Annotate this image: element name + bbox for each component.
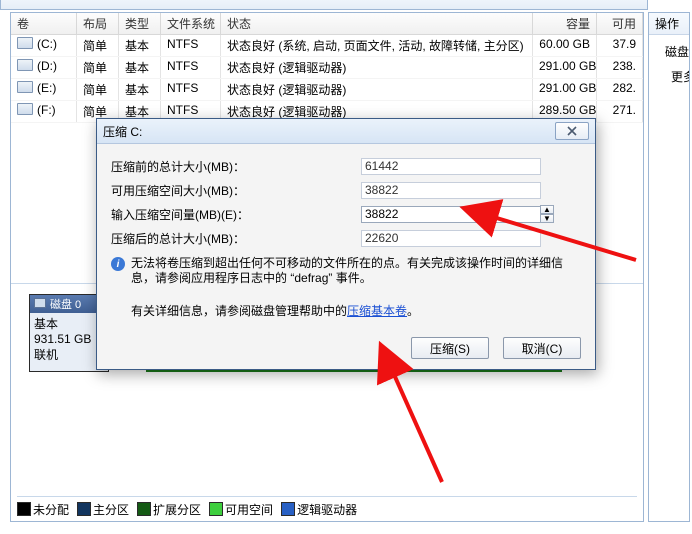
drive-icon	[17, 37, 33, 49]
value-available: 38822	[361, 182, 541, 199]
disk-icon	[34, 298, 46, 308]
swatch-primary	[77, 502, 91, 516]
window-root: 操作 磁盘管理 更多操作 卷 布局 类型 文件系统 状态 容量 可用 (C:) …	[0, 0, 692, 534]
drive-icon	[17, 103, 33, 115]
volume-status: 状态良好 (系统, 启动, 页面文件, 活动, 故障转储, 主分区)	[221, 35, 533, 56]
col-type[interactable]: 类型	[119, 13, 161, 34]
label-total-before: 压缩前的总计大小(MB)：	[111, 158, 361, 175]
disk-card-size: 931.51 GB	[34, 332, 104, 346]
col-layout[interactable]: 布局	[77, 13, 119, 34]
label-total-after: 压缩后的总计大小(MB)：	[111, 230, 361, 247]
col-free[interactable]: 可用	[597, 13, 643, 34]
info-icon: i	[111, 257, 125, 271]
volume-layout: 简单	[77, 35, 119, 56]
legend-logical: 逻辑驱动器	[281, 501, 357, 518]
label-available: 可用压缩空间大小(MB)：	[111, 182, 361, 199]
spin-down-button[interactable]: ▼	[540, 214, 554, 223]
detail-message: 有关详细信息，请参阅磁盘管理帮助中的压缩基本卷。	[111, 302, 581, 319]
legend-extended: 扩展分区	[137, 501, 201, 518]
col-capacity[interactable]: 容量	[533, 13, 597, 34]
spin-up-button[interactable]: ▲	[540, 205, 554, 214]
info-message: i 无法将卷压缩到超出任何不可移动的文件所在的点。有关完成该操作时间的详细信息，…	[111, 256, 581, 286]
dialog-titlebar[interactable]: 压缩 C:	[97, 119, 595, 144]
shrink-dialog: 压缩 C: 压缩前的总计大小(MB)： 61442 可用压缩空间大小(MB)： …	[96, 118, 596, 370]
disk-card-type: 基本	[34, 315, 104, 332]
swatch-free	[209, 502, 223, 516]
shrink-button[interactable]: 压缩(S)	[411, 337, 489, 359]
volume-type: 基本	[119, 35, 161, 56]
volume-list-header: 卷 布局 类型 文件系统 状态 容量 可用	[11, 13, 643, 35]
value-total-after: 22620	[361, 230, 541, 247]
label-input-amount: 输入压缩空间量(MB)(E)：	[111, 206, 361, 223]
volume-list[interactable]: (C:) 简单 基本 NTFS 状态良好 (系统, 启动, 页面文件, 活动, …	[11, 35, 643, 131]
swatch-unalloc	[17, 502, 31, 516]
swatch-extended	[137, 502, 151, 516]
volume-free: 37.9	[597, 35, 643, 56]
volume-drive: (F:)	[37, 103, 56, 117]
shrink-amount-stepper[interactable]: ▲ ▼	[540, 205, 554, 223]
swatch-logical	[281, 502, 295, 516]
close-icon	[566, 126, 578, 136]
actions-pane: 操作 磁盘管理 更多操作	[648, 12, 690, 522]
legend-unalloc: 未分配	[17, 501, 69, 518]
close-button[interactable]	[555, 122, 589, 140]
volume-row[interactable]: (D:) 简单 基本 NTFS 状态良好 (逻辑驱动器) 291.00 GB 2…	[11, 57, 643, 79]
value-total-before: 61442	[361, 158, 541, 175]
volume-drive: (C:)	[37, 37, 57, 51]
volume-fs: NTFS	[161, 35, 221, 56]
drive-icon	[17, 59, 33, 71]
disk-card-state: 联机	[34, 346, 104, 363]
legend: 未分配 主分区 扩展分区 可用空间 逻辑驱动器	[17, 496, 637, 519]
actions-header: 操作	[649, 13, 689, 35]
dialog-title-text: 压缩 C:	[103, 123, 142, 140]
actions-item-more-ops[interactable]: 更多操作	[663, 64, 689, 89]
legend-primary: 主分区	[77, 501, 129, 518]
col-fs[interactable]: 文件系统	[161, 13, 221, 34]
help-link-shrink-basic-volume[interactable]: 压缩基本卷	[347, 304, 407, 318]
actions-item-disk-management[interactable]: 磁盘管理	[663, 39, 689, 64]
col-status[interactable]: 状态	[221, 13, 533, 34]
cancel-button[interactable]: 取消(C)	[503, 337, 581, 359]
toolbar-stub	[0, 0, 648, 10]
shrink-amount-input[interactable]	[361, 206, 541, 223]
volume-row[interactable]: (C:) 简单 基本 NTFS 状态良好 (系统, 启动, 页面文件, 活动, …	[11, 35, 643, 57]
volume-drive: (E:)	[37, 81, 56, 95]
volume-row[interactable]: (E:) 简单 基本 NTFS 状态良好 (逻辑驱动器) 291.00 GB 2…	[11, 79, 643, 101]
legend-free: 可用空间	[209, 501, 273, 518]
volume-capacity: 60.00 GB	[533, 35, 597, 56]
volume-drive: (D:)	[37, 59, 57, 73]
col-volume[interactable]: 卷	[11, 13, 77, 34]
drive-icon	[17, 81, 33, 93]
